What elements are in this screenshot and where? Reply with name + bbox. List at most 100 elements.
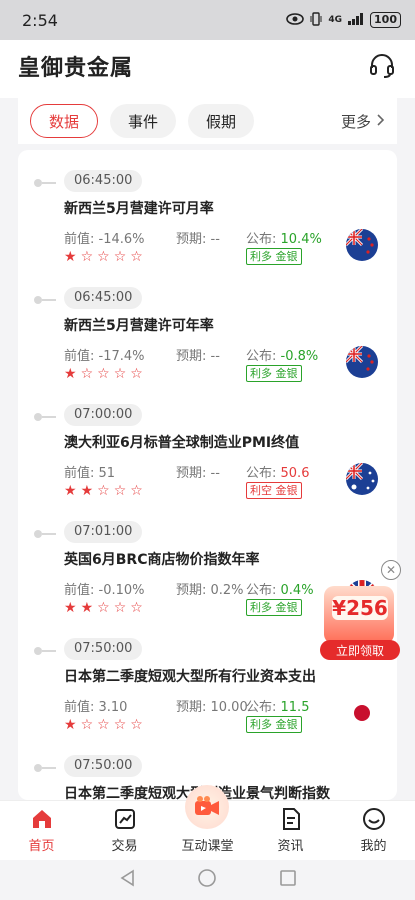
headset-icon[interactable] — [367, 51, 397, 81]
promo-amount: ¥256 — [332, 596, 388, 620]
event-row[interactable]: 07:00:00 澳大利亚6月标普全球制造业PMI终值 前值: 51 预期: -- 公布… — [18, 384, 397, 501]
star-empty-icon: ☆ — [97, 366, 110, 382]
importance-stars: ★ ☆ ☆ ☆ ☆ — [64, 718, 143, 732]
timeline-dot — [34, 179, 56, 187]
actual-label: 公布: — [246, 349, 281, 364]
economic-calendar-list: 06:45:00 新西兰5月营建许可月率 前值: -14.6% 预期: -- 公布: 1… — [18, 150, 397, 800]
video-camera-icon[interactable] — [185, 785, 229, 829]
actual-number: 50.6 — [280, 466, 310, 481]
status-bar: 2:54 4G 100 — [0, 0, 415, 40]
star-empty-icon: ☆ — [80, 717, 94, 733]
timeline-dot — [34, 296, 56, 304]
actual-value: 公布: 0.4% — [246, 579, 314, 598]
previous-value: 前值: -17.4% — [64, 349, 145, 364]
claim-button[interactable]: 立即领取 — [320, 640, 400, 660]
timeline-dot — [34, 413, 56, 421]
actual-label: 公布: — [246, 583, 281, 598]
event-name: 日本第二季度短观大型所有行业资本支出 — [64, 669, 316, 685]
nav-news-label: 资讯 — [277, 839, 304, 854]
star-filled-icon: ★ — [80, 600, 94, 616]
tab-events[interactable]: 事件 — [110, 104, 177, 138]
star-empty-icon: ☆ — [113, 483, 127, 499]
signal-icon — [348, 12, 364, 28]
event-time: 07:50:00 — [64, 638, 143, 660]
chevron-right-icon — [377, 112, 385, 130]
star-filled-icon: ★ — [64, 600, 77, 616]
nav-trade-label: 交易 — [111, 839, 138, 854]
nav-trade[interactable]: 交易 — [90, 807, 160, 854]
star-empty-icon: ☆ — [97, 483, 110, 499]
event-row[interactable]: 06:45:00 新西兰5月营建许可年率 前值: -17.4% 预期: -- 公布: -… — [18, 267, 397, 384]
vibrate-icon — [310, 11, 322, 29]
network-type: 4G — [328, 15, 343, 25]
eye-icon — [286, 12, 305, 28]
star-empty-icon: ☆ — [113, 249, 127, 265]
news-document-icon — [279, 807, 303, 831]
importance-stars: ★ ☆ ☆ ☆ ☆ — [64, 250, 143, 264]
previous-value: 前值: -14.6% — [64, 232, 145, 247]
japan-flag-icon — [346, 697, 378, 729]
impact-badge: 利多 金银 — [246, 365, 302, 382]
timeline-dot — [34, 764, 56, 772]
battery-icon: 100 — [370, 12, 401, 28]
actual-number: -0.8% — [280, 349, 319, 364]
page-title: 皇御贵金属 — [18, 56, 134, 81]
back-triangle-icon[interactable] — [119, 869, 135, 891]
nav-news[interactable]: 资讯 — [256, 807, 326, 854]
star-empty-icon: ☆ — [113, 717, 127, 733]
star-filled-icon: ★ — [64, 717, 77, 733]
status-time: 2:54 — [22, 10, 58, 30]
actual-number: 0.4% — [280, 583, 314, 598]
previous-value: 前值: 51 — [64, 466, 116, 481]
star-empty-icon: ☆ — [97, 249, 110, 265]
event-name: 新西兰5月营建许可月率 — [64, 201, 214, 217]
event-time: 07:00:00 — [64, 404, 143, 426]
category-tabs: 数据 事件 假期 更多 — [18, 98, 397, 144]
system-nav-bar — [0, 860, 415, 900]
actual-label: 公布: — [246, 232, 281, 247]
star-empty-icon: ☆ — [97, 717, 110, 733]
star-empty-icon: ☆ — [130, 717, 143, 733]
event-name: 澳大利亚6月标普全球制造业PMI终值 — [64, 435, 300, 451]
nav-profile[interactable]: 我的 — [339, 807, 409, 854]
new-zealand-flag-icon — [346, 229, 378, 261]
actual-label: 公布: — [246, 700, 281, 715]
home-circle-icon[interactable] — [197, 868, 217, 892]
nav-home[interactable]: 首页 — [7, 807, 77, 854]
event-name: 英国6月BRC商店物价指数年率 — [64, 552, 260, 568]
smile-profile-icon — [362, 807, 386, 831]
previous-value: 前值: -0.10% — [64, 583, 145, 598]
star-empty-icon: ☆ — [80, 249, 94, 265]
star-empty-icon: ☆ — [130, 600, 143, 616]
forecast-value: 预期: -- — [176, 349, 220, 364]
recents-square-icon[interactable] — [279, 869, 297, 891]
previous-value: 前值: 3.10 — [64, 700, 128, 715]
star-empty-icon: ☆ — [130, 366, 143, 382]
actual-number: 10.4% — [280, 232, 322, 247]
event-time: 07:50:00 — [64, 755, 143, 777]
actual-number: 11.5 — [280, 700, 310, 715]
status-icons: 4G 100 — [286, 11, 401, 29]
close-icon[interactable]: ✕ — [381, 560, 401, 580]
more-link[interactable]: 更多 — [341, 98, 385, 144]
app-header: 皇御贵金属 — [0, 40, 415, 92]
star-filled-icon: ★ — [64, 366, 77, 382]
forecast-value: 预期: -- — [176, 466, 220, 481]
nav-classroom-label: 互动课堂 — [181, 839, 234, 854]
red-packet-promo[interactable]: ✕ ¥256 立即领取 — [318, 560, 402, 664]
event-row[interactable]: 06:45:00 新西兰5月营建许可月率 前值: -14.6% 预期: -- 公布: 1… — [18, 150, 397, 267]
impact-badge: 利多 金银 — [246, 248, 302, 265]
impact-badge: 利多 金银 — [246, 599, 302, 616]
forecast-value: 预期: -- — [176, 232, 220, 247]
star-empty-icon: ☆ — [130, 483, 143, 499]
australia-flag-icon — [346, 463, 378, 495]
event-time: 07:01:00 — [64, 521, 143, 543]
star-filled-icon: ★ — [64, 249, 77, 265]
forecast-value: 预期: 0.2% — [176, 583, 244, 598]
event-name: 新西兰5月营建许可年率 — [64, 318, 214, 334]
tab-data[interactable]: 数据 — [30, 104, 99, 138]
tab-holidays[interactable]: 假期 — [188, 104, 255, 138]
home-icon — [30, 807, 54, 831]
star-filled-icon: ★ — [80, 483, 94, 499]
star-empty-icon: ☆ — [113, 366, 127, 382]
